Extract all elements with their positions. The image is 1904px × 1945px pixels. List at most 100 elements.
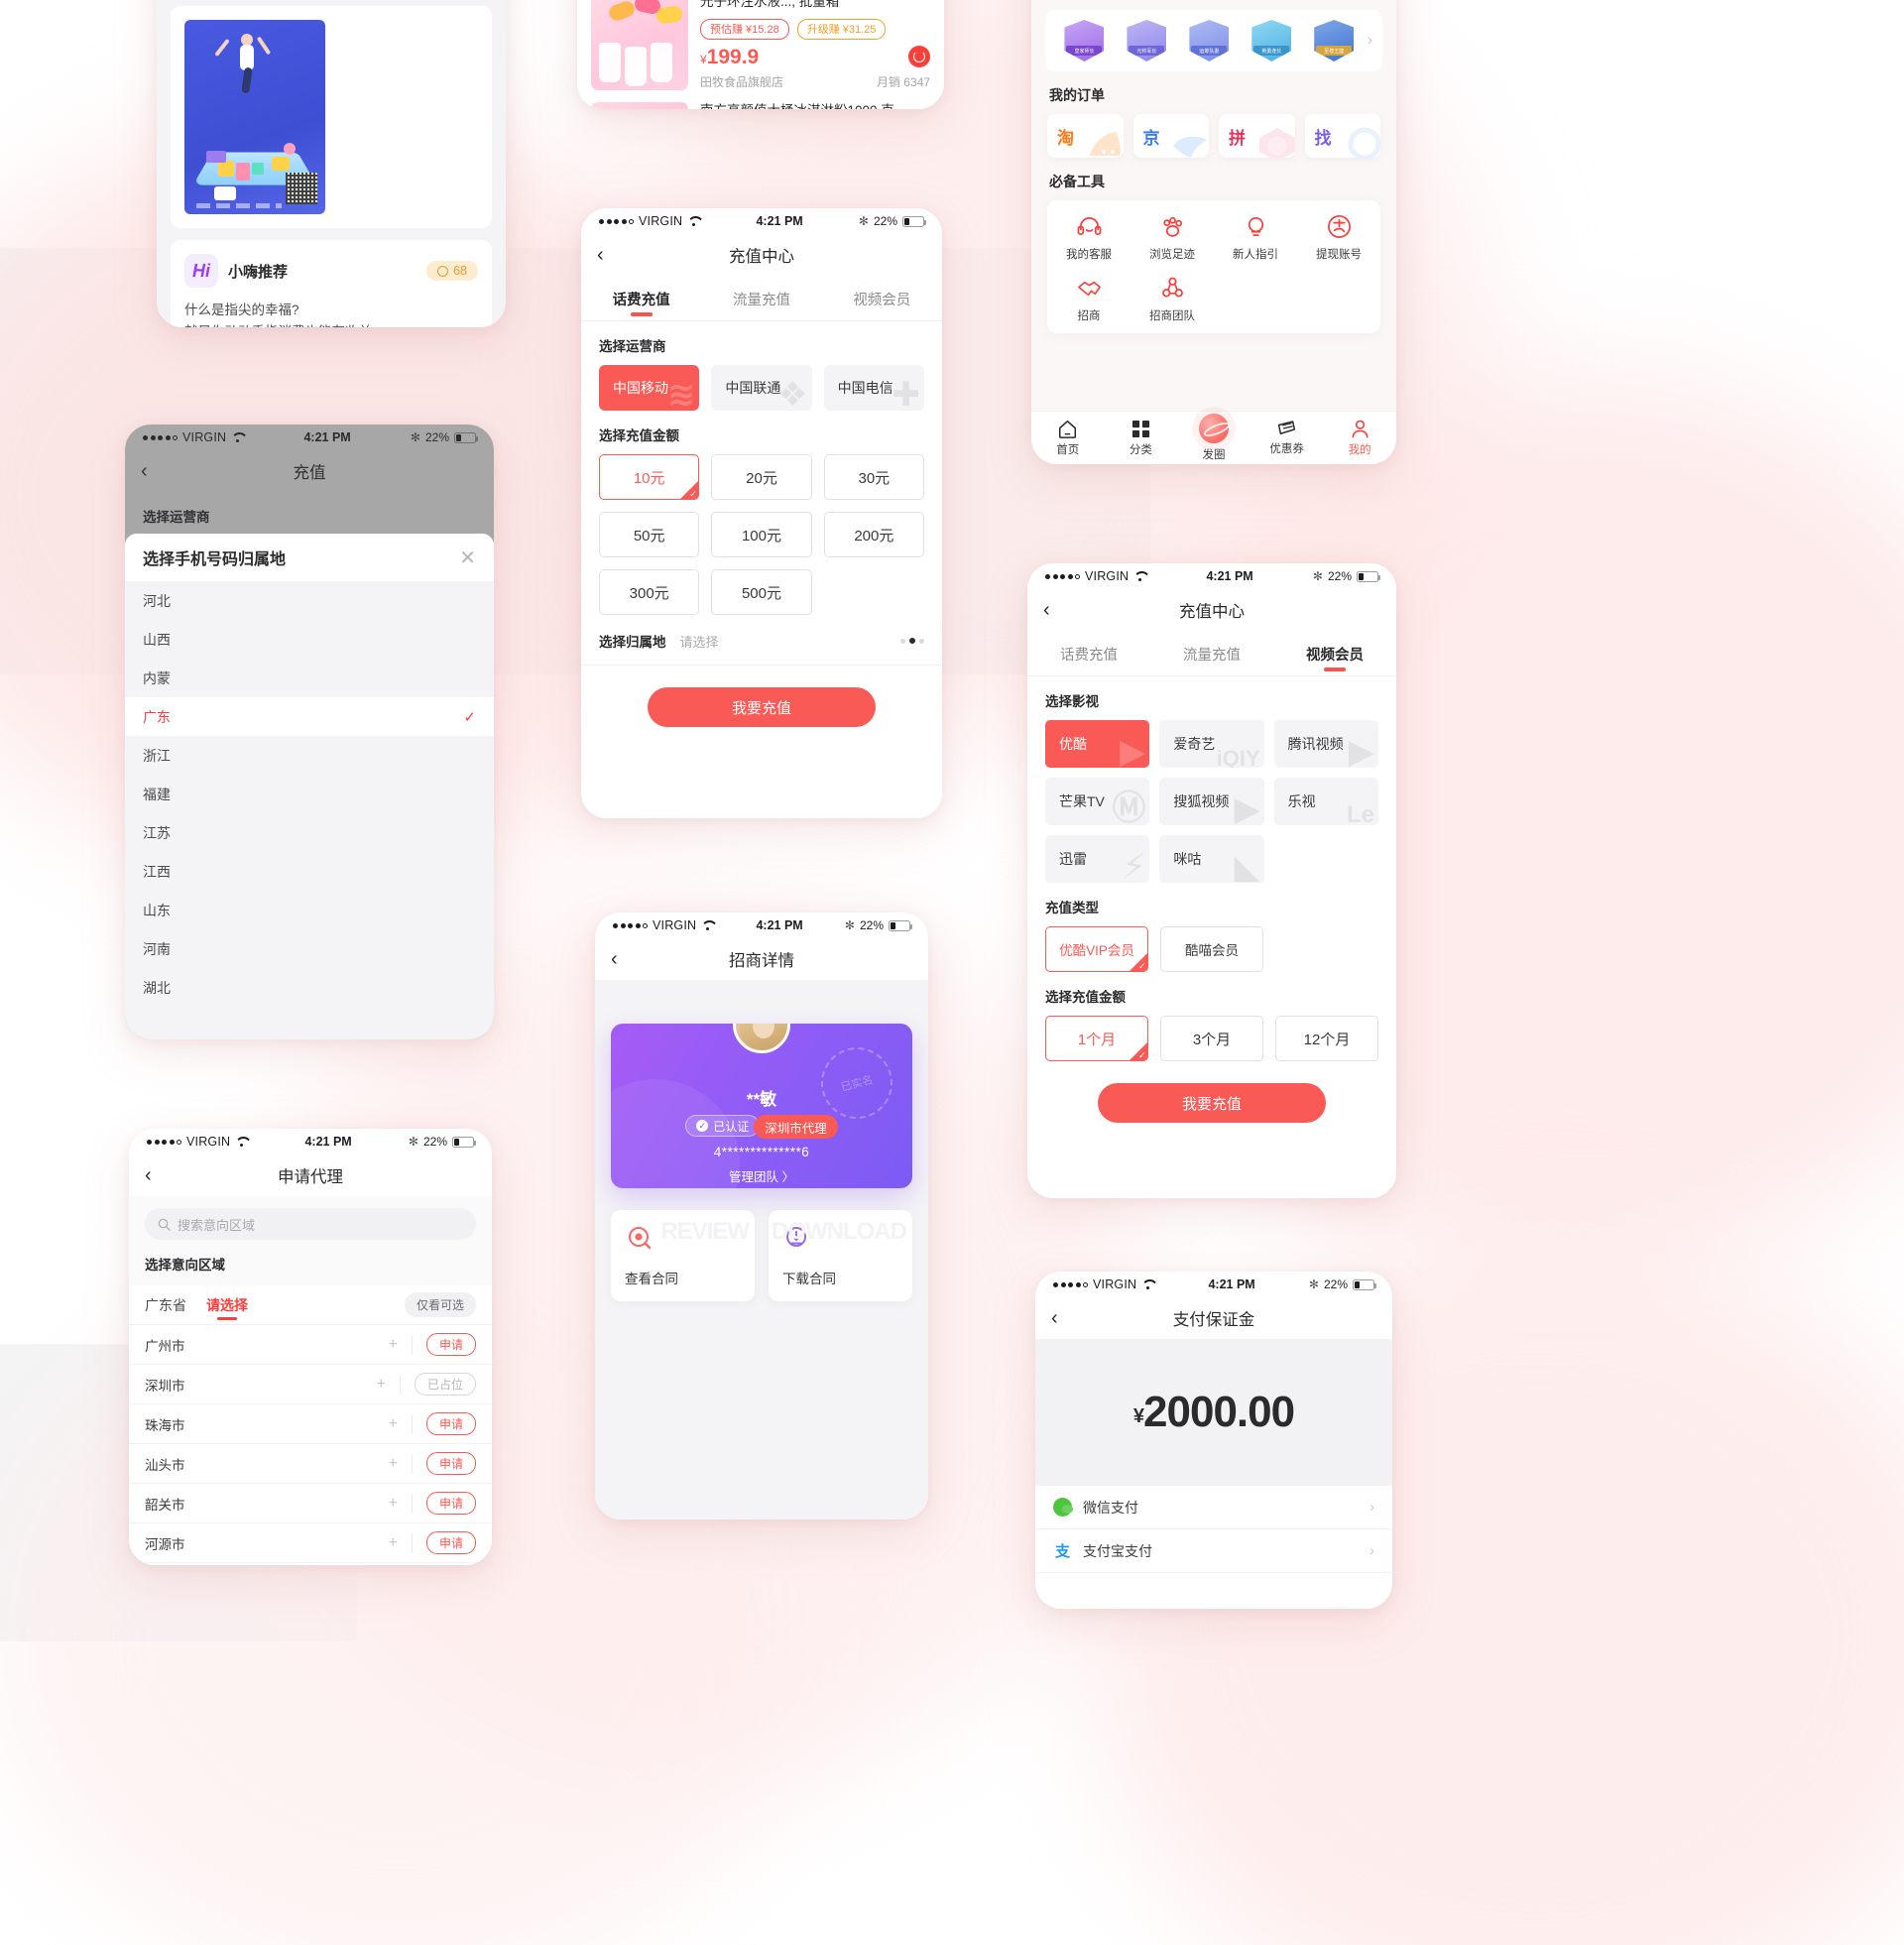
province-item[interactable]: 湖北 bbox=[125, 968, 494, 1007]
payment-method-wechat[interactable]: 微信支付 › bbox=[1035, 1486, 1392, 1529]
tab-video-member[interactable]: 视频会员 bbox=[1273, 631, 1396, 675]
order-jd[interactable]: 京 bbox=[1132, 114, 1209, 158]
city-row[interactable]: 河源市 + 申请 bbox=[129, 1523, 492, 1563]
order-taobao[interactable]: 淘 bbox=[1047, 114, 1124, 158]
recharge-button[interactable]: 我要充值 bbox=[1098, 1083, 1326, 1123]
badge-item[interactable]: 元帅军长 bbox=[1116, 20, 1178, 61]
back-button[interactable]: ‹ bbox=[1051, 1308, 1073, 1328]
platform-youku[interactable]: 优酷 ▶ bbox=[1045, 720, 1150, 768]
province-item[interactable]: 浙江 bbox=[125, 736, 494, 775]
carrier-china-mobile[interactable]: 中国移动 ≋ bbox=[599, 365, 700, 411]
product-item[interactable]: 光子环注水液..., 批量箱 预估赚 ¥15.28 升级赚 ¥31.25 ¥19… bbox=[577, 0, 944, 102]
tab-category[interactable]: 分类 bbox=[1105, 420, 1178, 457]
amount-option[interactable]: 200元 bbox=[823, 512, 924, 557]
province-item[interactable]: 河南 bbox=[125, 929, 494, 968]
chevron-right-icon[interactable]: › bbox=[1366, 32, 1374, 50]
amount-option[interactable]: 20元 bbox=[711, 454, 812, 500]
amount-option[interactable]: 30元 bbox=[823, 454, 924, 500]
platform-xunlei[interactable]: 迅雷 ⚡ bbox=[1045, 835, 1150, 883]
province-item[interactable]: 江苏 bbox=[125, 813, 494, 852]
province-item[interactable]: 内蒙 bbox=[125, 659, 494, 697]
tool-newbie-guide[interactable]: 新人指引 bbox=[1214, 214, 1297, 262]
apply-button[interactable]: 申请 bbox=[425, 1412, 476, 1435]
province-item[interactable]: 河北 bbox=[125, 581, 494, 620]
download-contract-button[interactable]: DOWNLOAD 下载合同 bbox=[769, 1210, 912, 1301]
badge-item[interactable]: 运筹队委 bbox=[1178, 20, 1241, 61]
province-item[interactable]: 福建 bbox=[125, 775, 494, 813]
back-button[interactable]: ‹ bbox=[145, 1165, 167, 1185]
manage-team-link[interactable]: 管理团队 〉 bbox=[611, 1166, 912, 1185]
platform-tencent[interactable]: 腾讯视频 ▶ bbox=[1273, 720, 1378, 768]
amount-option[interactable]: 300元 bbox=[599, 569, 700, 615]
province-item[interactable]: 江西 bbox=[125, 852, 494, 891]
tool-investment[interactable]: 招商 bbox=[1047, 276, 1130, 323]
apply-button[interactable]: 申请 bbox=[425, 1531, 476, 1554]
back-button[interactable]: ‹ bbox=[597, 245, 619, 265]
tool-customer-service[interactable]: 我的客服 bbox=[1047, 214, 1130, 262]
badge-item[interactable]: 皇家师长 bbox=[1053, 20, 1116, 61]
order-pdd[interactable]: 拼 bbox=[1219, 114, 1295, 158]
close-icon[interactable]: ✕ bbox=[459, 546, 476, 570]
product-item[interactable]: 南方高颜值大桶冰淇淋粉1000 克 bbox=[577, 102, 944, 109]
tool-footprints[interactable]: 浏览足迹 bbox=[1130, 214, 1214, 262]
platform-migu[interactable]: 咪咕 ◣ bbox=[1159, 835, 1264, 883]
carrier-china-telecom[interactable]: 中国电信 ✚ bbox=[823, 365, 924, 411]
tool-withdraw-account[interactable]: 提现账号 bbox=[1297, 214, 1380, 262]
expand-icon[interactable]: + bbox=[389, 1454, 413, 1473]
city-row[interactable]: 深圳市 + 已占位 bbox=[129, 1365, 492, 1404]
only-available-filter[interactable]: 仅看可选 bbox=[404, 1292, 476, 1317]
order-search[interactable]: 找 bbox=[1304, 114, 1380, 158]
expand-icon[interactable]: + bbox=[377, 1375, 401, 1394]
province-item[interactable]: 山西 bbox=[125, 620, 494, 659]
badge-carousel[interactable]: 皇家师长 元帅军长 运筹队委 英勇连长 至尊王座 › bbox=[1045, 10, 1382, 71]
type-option[interactable]: 酷喵会员 bbox=[1160, 926, 1263, 972]
back-button[interactable]: ‹ bbox=[611, 949, 633, 969]
search-input[interactable]: 搜索意向区域 bbox=[145, 1208, 476, 1240]
tab-mine[interactable]: 我的 bbox=[1323, 420, 1396, 457]
amount-option[interactable]: 50元 bbox=[599, 512, 700, 557]
city-row[interactable]: 韶关市 + 申请 bbox=[129, 1484, 492, 1523]
city-row[interactable]: 珠海市 + 申请 bbox=[129, 1404, 492, 1444]
expand-icon[interactable]: + bbox=[389, 1494, 413, 1513]
tool-investment-team[interactable]: 招商团队 bbox=[1130, 276, 1214, 323]
tab-data-recharge[interactable]: 流量充值 bbox=[701, 276, 821, 320]
duration-option[interactable]: 3个月 bbox=[1160, 1016, 1263, 1061]
amount-option[interactable]: 100元 bbox=[711, 512, 812, 557]
platform-iqiyi[interactable]: 爱奇艺 iQIY bbox=[1159, 720, 1264, 768]
segment-city[interactable]: 请选择 bbox=[206, 1285, 248, 1324]
province-item[interactable]: 山东 bbox=[125, 891, 494, 929]
tab-phone-recharge[interactable]: 话费充值 bbox=[1027, 631, 1150, 675]
apply-button[interactable]: 申请 bbox=[425, 1492, 476, 1515]
badge-item[interactable]: 至尊王座 bbox=[1303, 20, 1366, 61]
share-button[interactable] bbox=[908, 45, 930, 67]
expand-icon[interactable]: + bbox=[389, 1533, 413, 1552]
duration-option-selected[interactable]: 1个月 ✓ bbox=[1045, 1016, 1148, 1061]
type-option-selected[interactable]: 优酷VIP会员 ✓ bbox=[1045, 926, 1148, 972]
expand-icon[interactable]: + bbox=[389, 1414, 413, 1433]
apply-button[interactable]: 申请 bbox=[425, 1452, 476, 1475]
city-row[interactable]: 汕头市 + 申请 bbox=[129, 1444, 492, 1484]
amount-option-selected[interactable]: 10元 ✓ bbox=[599, 454, 700, 500]
back-button[interactable]: ‹ bbox=[1043, 600, 1065, 620]
segment-province[interactable]: 广东省 bbox=[145, 1285, 186, 1324]
platform-sohu[interactable]: 搜狐视频 ▶ bbox=[1159, 778, 1264, 825]
platform-letv[interactable]: 乐视 Le bbox=[1273, 778, 1378, 825]
view-contract-button[interactable]: REVIEW 查看合同 bbox=[611, 1210, 755, 1301]
tab-home[interactable]: 首页 bbox=[1031, 420, 1105, 457]
tab-video-member[interactable]: 视频会员 bbox=[822, 276, 942, 320]
payment-method-alipay[interactable]: 支 支付宝支付 › bbox=[1035, 1529, 1392, 1573]
city-row[interactable]: 广州市 + 申请 bbox=[129, 1325, 492, 1365]
tab-coupon[interactable]: 优惠券 bbox=[1250, 420, 1324, 456]
carrier-china-unicom[interactable]: 中国联通 ❖ bbox=[711, 365, 812, 411]
region-selector-row[interactable]: 选择归属地 请选择 bbox=[581, 615, 942, 665]
amount-option[interactable]: 500元 bbox=[711, 569, 812, 615]
recharge-button[interactable]: 我要充值 bbox=[648, 687, 876, 727]
badge-item[interactable]: 英勇连长 bbox=[1241, 20, 1303, 61]
tab-data-recharge[interactable]: 流量充值 bbox=[1150, 631, 1273, 675]
apply-button[interactable]: 申请 bbox=[425, 1333, 476, 1356]
province-item-selected[interactable]: 广东 ✓ bbox=[125, 697, 494, 736]
expand-icon[interactable]: + bbox=[389, 1335, 413, 1354]
share-count-badge[interactable]: 68 bbox=[426, 261, 478, 281]
tab-phone-recharge[interactable]: 话费充值 bbox=[581, 276, 701, 320]
platform-mangotv[interactable]: 芒果TV Ⓜ bbox=[1045, 778, 1150, 825]
